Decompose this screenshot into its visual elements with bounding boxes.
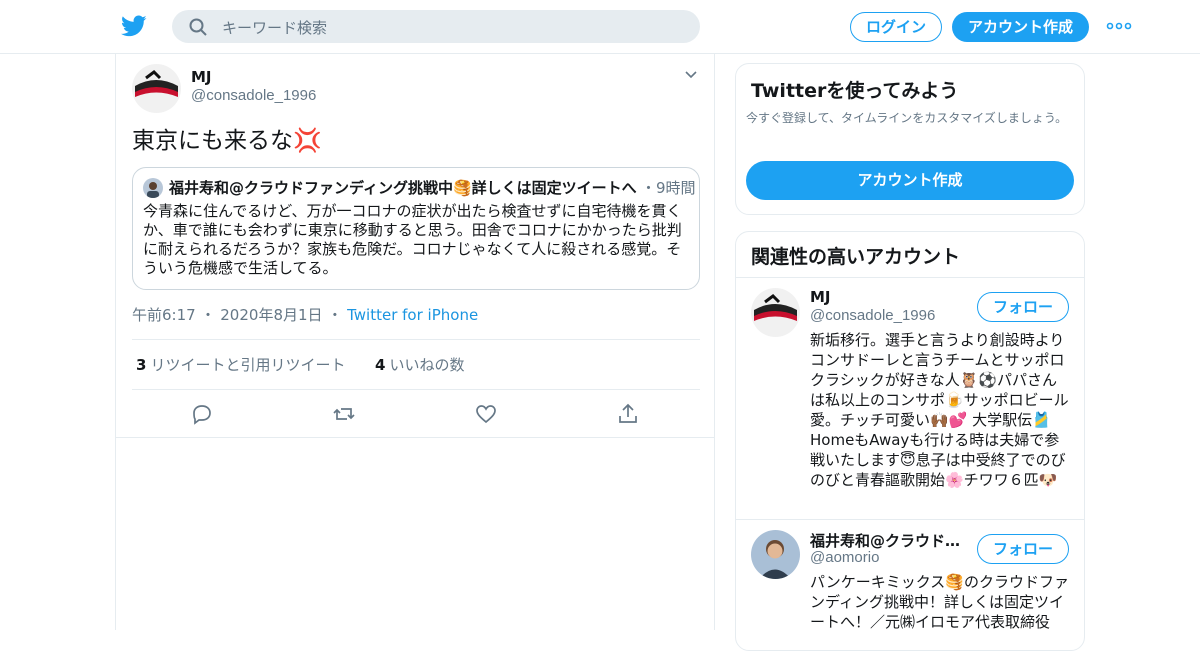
search-box[interactable]: キーワード検索 (172, 10, 700, 43)
quote-author: 福井寿和@クラウドファンディング挑戦中🥞詳しくは固定ツイートへ (169, 179, 637, 197)
account-bio: 新垢移行。選手と言うより創設時よりコンサドーレと言うチームとサッポロクラシックが… (810, 331, 1069, 489)
create-account-button[interactable]: アカウント作成 (746, 161, 1074, 200)
share-icon[interactable] (616, 402, 640, 426)
author-name[interactable]: MJ (191, 68, 212, 86)
account-name[interactable]: MJ (810, 288, 970, 306)
tweet-stats: 3 リツイートと引用リツイート 4 いいねの数 (136, 354, 464, 375)
tweet-date: 2020年8月1日 (220, 306, 323, 324)
divider (736, 519, 1084, 520)
avatar[interactable] (751, 288, 800, 337)
anger-emoji: 💢 (293, 128, 322, 154)
signup-button[interactable]: アカウント作成 (952, 12, 1089, 42)
like-count: 4 (375, 356, 386, 374)
signup-card-title: Twitterを使ってみよう (751, 80, 959, 102)
divider (132, 339, 700, 340)
related-accounts-title: 関連性の高いアカウント (751, 246, 961, 268)
tweet-meta: 午前6:17 ・ 2020年8月1日 ・ Twitter for iPhone (132, 304, 478, 325)
tweet-column: MJ @consadole_1996 東京にも来るな💢 福井寿和@クラウドファン… (115, 54, 715, 630)
retweet-count: 3 (136, 356, 147, 374)
author-handle[interactable]: @consadole_1996 (191, 87, 316, 104)
avatar[interactable] (751, 530, 800, 579)
signup-card: Twitterを使ってみよう 今すぐ登録して、タイムラインをカスタマイズしましょ… (735, 63, 1085, 215)
twitter-logo-icon[interactable] (120, 13, 148, 39)
retweet-label[interactable]: リツイートと引用リツイート (150, 356, 345, 374)
search-icon (189, 18, 207, 36)
dot-separator: ・ (327, 306, 343, 324)
tweet-text: 東京にも来るな💢 (132, 126, 322, 156)
like-icon[interactable] (474, 402, 498, 426)
follow-button[interactable]: フォロー (977, 292, 1069, 322)
divider (736, 277, 1084, 278)
tweet-time: 午前6:17 (132, 306, 196, 324)
login-button[interactable]: ログイン (850, 12, 942, 42)
dot-separator: ・ (200, 306, 216, 324)
quote-time-value: 9時間 (656, 179, 696, 197)
like-label[interactable]: いいねの数 (389, 356, 464, 374)
signup-card-subtitle: 今すぐ登録して、タイムラインをカスタマイズしましょう。 (746, 111, 1068, 125)
related-accounts-card: 関連性の高いアカウント MJ @consadole_1996 フォロー 新垢移行… (735, 231, 1085, 651)
tweet-actions (116, 399, 714, 429)
retweet-icon[interactable] (332, 402, 356, 426)
search-placeholder: キーワード検索 (222, 19, 328, 37)
account-name[interactable]: 福井寿和@クラウドファンディング挑戦中 (810, 530, 970, 551)
quote-avatar (143, 178, 163, 198)
dot-separator: ・ (641, 179, 657, 197)
quote-text: 今青森に住んでるけど、万が一コロナの症状が出たら検査せずに自宅待機を貫くか、車で… (143, 202, 682, 277)
chevron-down-icon[interactable] (684, 68, 698, 82)
top-bar: キーワード検索 ログイン アカウント作成 (0, 0, 1200, 54)
tweet-source[interactable]: Twitter for iPhone (347, 306, 478, 324)
quote-time: ・9時間 (641, 177, 696, 198)
more-icon[interactable] (1105, 17, 1133, 35)
avatar[interactable] (132, 64, 181, 113)
divider (116, 437, 714, 438)
tweet-text-body: 東京にも来るな (132, 128, 293, 154)
account-handle[interactable]: @aomorio (810, 549, 879, 566)
follow-button[interactable]: フォロー (977, 534, 1069, 564)
reply-icon[interactable] (190, 402, 214, 426)
account-bio: パンケーキミックス🥞のクラウドファンディング挑戦中！詳しくは固定ツイートへ！／元… (810, 573, 1069, 631)
account-handle[interactable]: @consadole_1996 (810, 307, 935, 324)
divider (132, 389, 700, 390)
quote-tweet[interactable]: 福井寿和@クラウドファンディング挑戦中🥞詳しくは固定ツイートへ ・9時間 今青森… (132, 167, 700, 290)
